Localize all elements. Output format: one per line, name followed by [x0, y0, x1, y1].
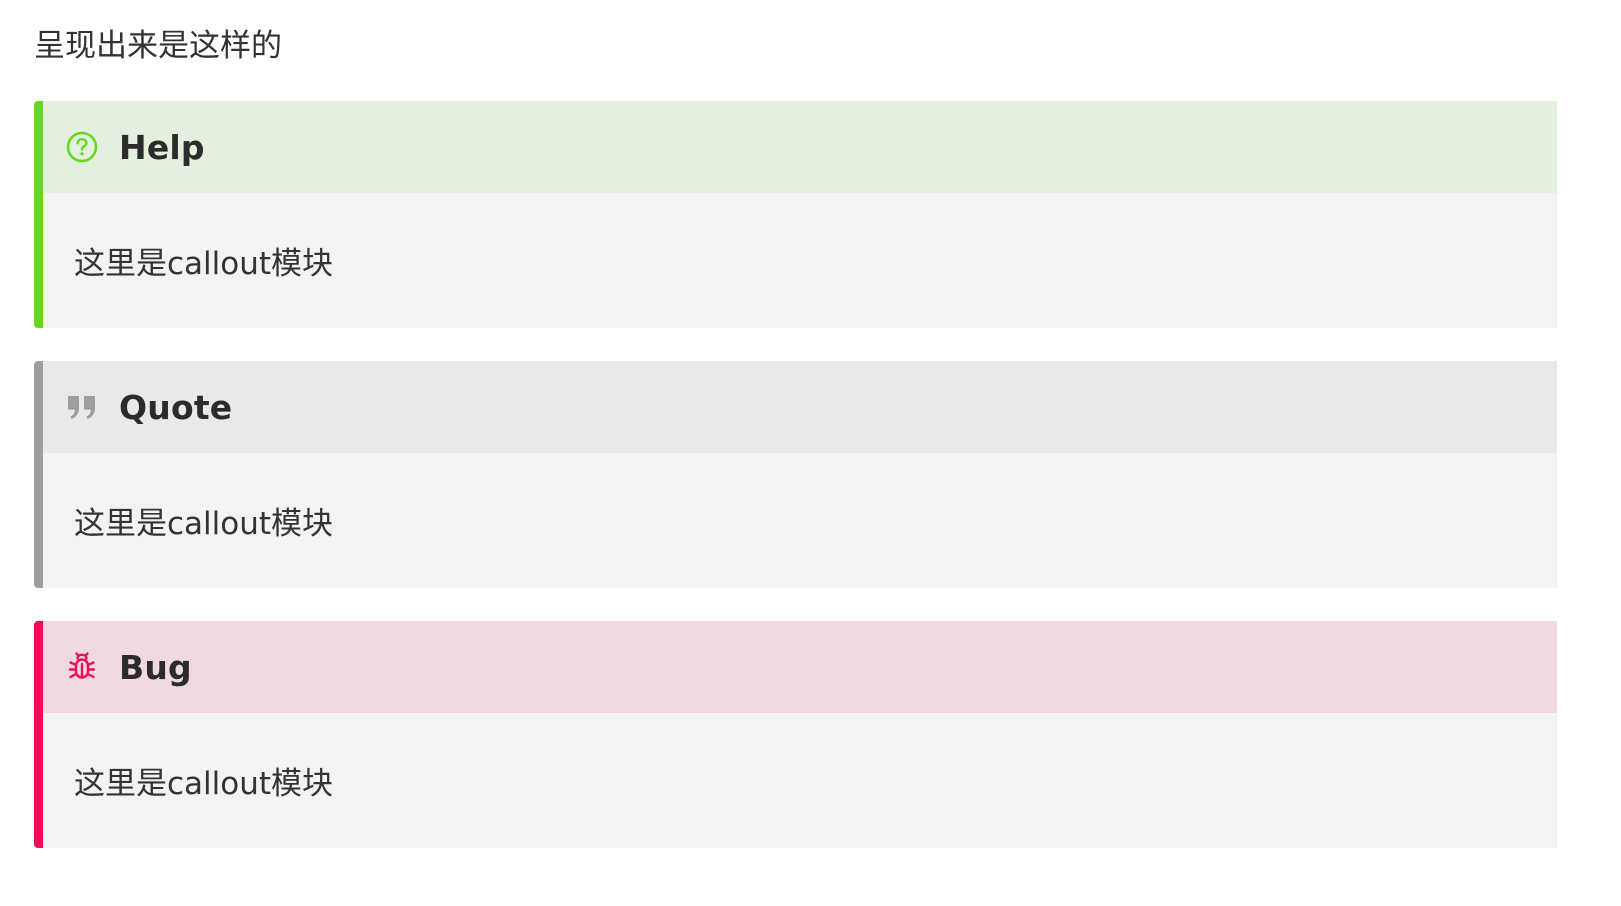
- quote-icon: [65, 390, 99, 424]
- callout-help: Help 这里是callout模块: [34, 101, 1557, 328]
- callout-quote-header: Quote: [43, 361, 1557, 453]
- callout-quote: Quote 这里是callout模块: [34, 361, 1557, 588]
- help-circle-icon: [65, 130, 99, 164]
- callout-quote-title: Quote: [119, 387, 233, 427]
- callout-bug-title: Bug: [119, 647, 192, 687]
- callout-bug: Bug 这里是callout模块: [34, 621, 1557, 848]
- callout-help-header: Help: [43, 101, 1557, 193]
- callout-help-title: Help: [119, 127, 205, 167]
- callout-help-body: 这里是callout模块: [43, 193, 1557, 328]
- callout-quote-text: 这里是callout模块: [74, 506, 334, 542]
- callout-help-text: 这里是callout模块: [74, 246, 334, 282]
- callout-quote-body: 这里是callout模块: [43, 453, 1557, 588]
- callout-bug-header: Bug: [43, 621, 1557, 713]
- callout-bug-body: 这里是callout模块: [43, 713, 1557, 848]
- callout-bug-text: 这里是callout模块: [74, 766, 334, 802]
- bug-icon: [65, 650, 99, 684]
- page: 呈现出来是这样的 Help 这里是callout模块 Quote 这里是call…: [0, 0, 1621, 906]
- intro-text: 呈现出来是这样的: [34, 28, 282, 64]
